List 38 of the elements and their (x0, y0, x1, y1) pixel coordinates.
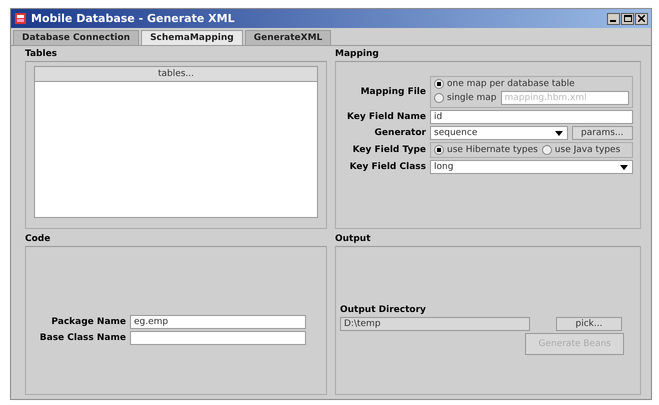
close-icon (638, 15, 645, 22)
tab[interactable]: Database Connection (13, 30, 140, 45)
column-header[interactable]: tables... (35, 67, 317, 82)
panel-title: Mapping (334, 48, 380, 61)
input-field[interactable] (130, 331, 306, 345)
panel-title: Tables (24, 48, 58, 61)
params-button[interactable]: params... (572, 126, 632, 140)
table-list[interactable]: tables... (34, 66, 318, 218)
minimize-button[interactable] (607, 12, 620, 24)
field-label: Mapping File (360, 87, 426, 97)
field-label: Key Field Type (352, 145, 426, 155)
maximize-button[interactable] (621, 12, 634, 24)
input-field[interactable]: D:\temp (340, 317, 530, 331)
panel-title: Output (334, 233, 372, 246)
dropdown[interactable]: long (430, 160, 632, 174)
caret-icon (620, 164, 628, 170)
pick-button[interactable]: pick... (556, 317, 622, 331)
dropdown[interactable]: sequence (430, 126, 568, 140)
input-field[interactable]: id (430, 110, 632, 124)
close-button[interactable] (635, 12, 648, 24)
input-field[interactable]: eg.emp (130, 315, 306, 329)
window-title: Mobile Database - Generate XML (31, 12, 236, 25)
field-label: Generator (374, 128, 426, 138)
radio-option[interactable]: use Java types (542, 145, 620, 155)
maximize-icon (624, 15, 632, 22)
field-label: Key Field Class (348, 162, 426, 172)
field-label: Key Field Name (346, 112, 426, 122)
panel-title: Code (24, 233, 52, 246)
field-label: Base Class Name (38, 333, 126, 343)
radio-option[interactable]: single map (434, 93, 496, 103)
caret-icon (555, 130, 564, 136)
radio-option[interactable]: one map per database table (434, 79, 628, 89)
field-label: Output Directory (340, 305, 427, 315)
app-icon (14, 12, 27, 25)
radio-option[interactable]: use Hibernate types (434, 145, 538, 155)
tab[interactable]: SchemaMapping (141, 30, 243, 45)
field-label: Package Name (50, 317, 126, 327)
tab[interactable]: GenerateXML (244, 30, 332, 45)
